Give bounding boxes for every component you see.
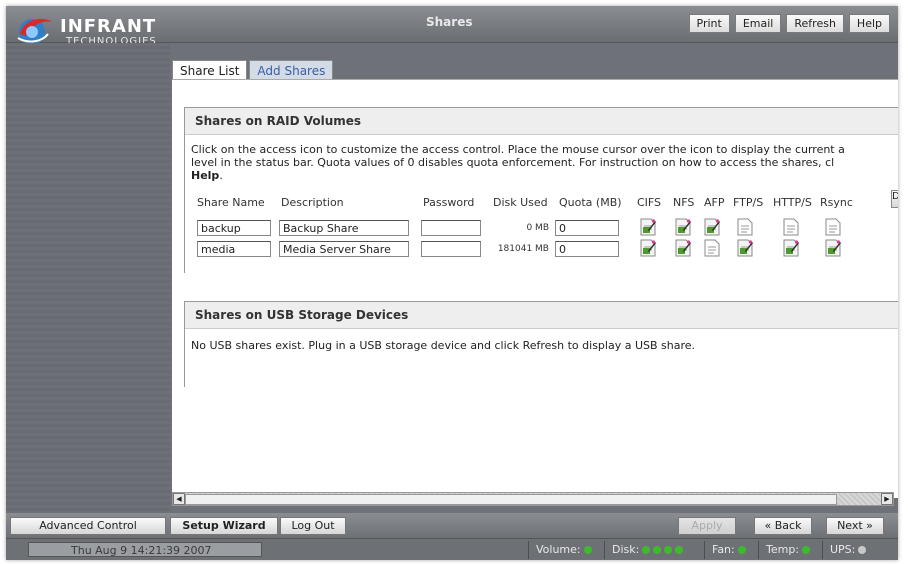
temp-label: Temp:: [766, 543, 800, 556]
refresh-button[interactable]: Refresh: [786, 14, 844, 33]
col-rsync: Rsync: [820, 196, 853, 209]
share-name-input[interactable]: media: [197, 241, 271, 257]
password-input[interactable]: [421, 241, 481, 257]
temp-ok-icon: [802, 546, 811, 554]
ups-label: UPS:: [830, 543, 856, 556]
email-button[interactable]: Email: [734, 14, 782, 33]
nfs-access-icon[interactable]: [675, 218, 691, 236]
rsync-access-icon[interactable]: [825, 218, 841, 236]
status-divider: [704, 541, 705, 559]
raid-instructions-line1: Click on the access icon to customize th…: [191, 143, 845, 156]
horizontal-scrollbar[interactable]: ◀ ▶: [172, 492, 894, 506]
share-name-input[interactable]: backup: [197, 220, 271, 236]
temp-status[interactable]: Temp:: [766, 543, 811, 556]
extra-column-button[interactable]: D: [891, 190, 898, 208]
disk-used-value: 0 MB: [526, 223, 549, 233]
disk-2-ok-icon: [653, 546, 662, 554]
col-share-name: Share Name: [197, 196, 265, 209]
scroll-left-icon[interactable]: ◀: [173, 493, 185, 505]
main-content: Shares on RAID Volumes Click on the acce…: [172, 79, 898, 498]
scroll-right-icon[interactable]: ▶: [881, 493, 893, 505]
brand-swirl-icon: [17, 18, 52, 45]
volume-label: Volume:: [536, 543, 581, 556]
tab-share-list[interactable]: Share List: [172, 60, 248, 81]
disk-used-value: 181041 MB: [497, 244, 549, 254]
sidebar: [6, 43, 170, 513]
tab-add-shares[interactable]: Add Shares: [249, 60, 334, 81]
raid-instructions: Click on the access icon to customize th…: [185, 135, 898, 182]
fan-label: Fan:: [712, 543, 735, 556]
app-window: INFRANT TECHNOLOGIES Shares Print Email …: [6, 6, 898, 560]
cifs-access-icon[interactable]: [640, 239, 656, 257]
fan-status[interactable]: Fan:: [712, 543, 746, 556]
description-input[interactable]: Backup Share: [279, 220, 409, 236]
col-quota: Quota (MB): [559, 196, 622, 209]
header-buttons: Print Email Refresh Help: [688, 14, 890, 33]
print-button[interactable]: Print: [688, 14, 730, 33]
action-bar: Advanced Control Setup Wizard Log Out Ap…: [6, 513, 898, 537]
setup-wizard-button[interactable]: Setup Wizard: [170, 517, 278, 535]
raid-shares-section: Shares on RAID Volumes Click on the acce…: [184, 107, 898, 273]
col-cifs: CIFS: [637, 196, 662, 209]
raid-instructions-line2: level in the status bar. Quota values of…: [191, 156, 835, 169]
raid-instructions-line3: Help.: [191, 169, 898, 182]
col-description: Description: [281, 196, 344, 209]
col-password: Password: [423, 196, 475, 209]
status-divider: [604, 541, 605, 559]
ftps-access-icon[interactable]: [737, 239, 753, 257]
afp-access-icon[interactable]: [704, 218, 720, 236]
disk-status[interactable]: Disk:: [612, 543, 684, 556]
page-title: Shares: [426, 15, 473, 29]
disk-4-ok-icon: [675, 546, 684, 554]
https-access-icon[interactable]: [783, 239, 799, 257]
header-bar: INFRANT TECHNOLOGIES Shares Print Email …: [6, 6, 898, 47]
col-ftps: FTP/S: [733, 196, 764, 209]
ups-status[interactable]: UPS:: [830, 543, 867, 556]
status-divider: [528, 541, 529, 559]
tab-bar: Share List Add Shares: [172, 60, 335, 81]
ftps-access-icon[interactable]: [737, 218, 753, 236]
rsync-access-icon[interactable]: [825, 239, 841, 257]
usb-shares-section: Shares on USB Storage Devices No USB sha…: [184, 301, 898, 387]
quota-input[interactable]: 0: [555, 241, 619, 257]
col-https: HTTP/S: [773, 196, 812, 209]
status-bar: Thu Aug 9 14:21:39 2007 Volume: Disk: Fa…: [6, 538, 898, 560]
disk-3-ok-icon: [664, 546, 673, 554]
next-button[interactable]: Next »: [826, 517, 884, 535]
help-link[interactable]: Help: [191, 169, 219, 182]
disk-label: Disk:: [612, 543, 640, 556]
afp-access-icon[interactable]: [704, 239, 720, 257]
fan-ok-icon: [737, 546, 746, 554]
quota-input[interactable]: 0: [555, 220, 619, 236]
advanced-control-button[interactable]: Advanced Control: [10, 517, 166, 535]
nfs-access-icon[interactable]: [675, 239, 691, 257]
datetime-display: Thu Aug 9 14:21:39 2007: [28, 542, 262, 557]
password-input[interactable]: [421, 220, 481, 236]
back-button[interactable]: « Back: [754, 517, 812, 535]
cifs-access-icon[interactable]: [640, 218, 656, 236]
description-input[interactable]: Media Server Share: [279, 241, 409, 257]
ups-off-icon: [858, 546, 867, 554]
volume-ok-icon: [583, 546, 592, 554]
help-button[interactable]: Help: [848, 14, 890, 33]
raid-section-heading: Shares on RAID Volumes: [185, 108, 898, 135]
https-access-icon[interactable]: [783, 218, 799, 236]
col-afp: AFP: [704, 196, 725, 209]
status-divider: [822, 541, 823, 559]
col-nfs: NFS: [673, 196, 695, 209]
usb-section-heading: Shares on USB Storage Devices: [185, 302, 898, 329]
raid-instructions-end: .: [219, 169, 223, 182]
disk-1-ok-icon: [642, 546, 651, 554]
usb-message: No USB shares exist. Plug in a USB stora…: [191, 339, 696, 352]
volume-status[interactable]: Volume:: [536, 543, 592, 556]
status-divider: [758, 541, 759, 559]
scroll-thumb[interactable]: [185, 494, 837, 505]
log-out-button[interactable]: Log Out: [280, 517, 346, 535]
col-disk-used: Disk Used: [493, 196, 548, 209]
brand-name: INFRANT: [60, 16, 157, 37]
apply-button[interactable]: Apply: [678, 517, 736, 535]
